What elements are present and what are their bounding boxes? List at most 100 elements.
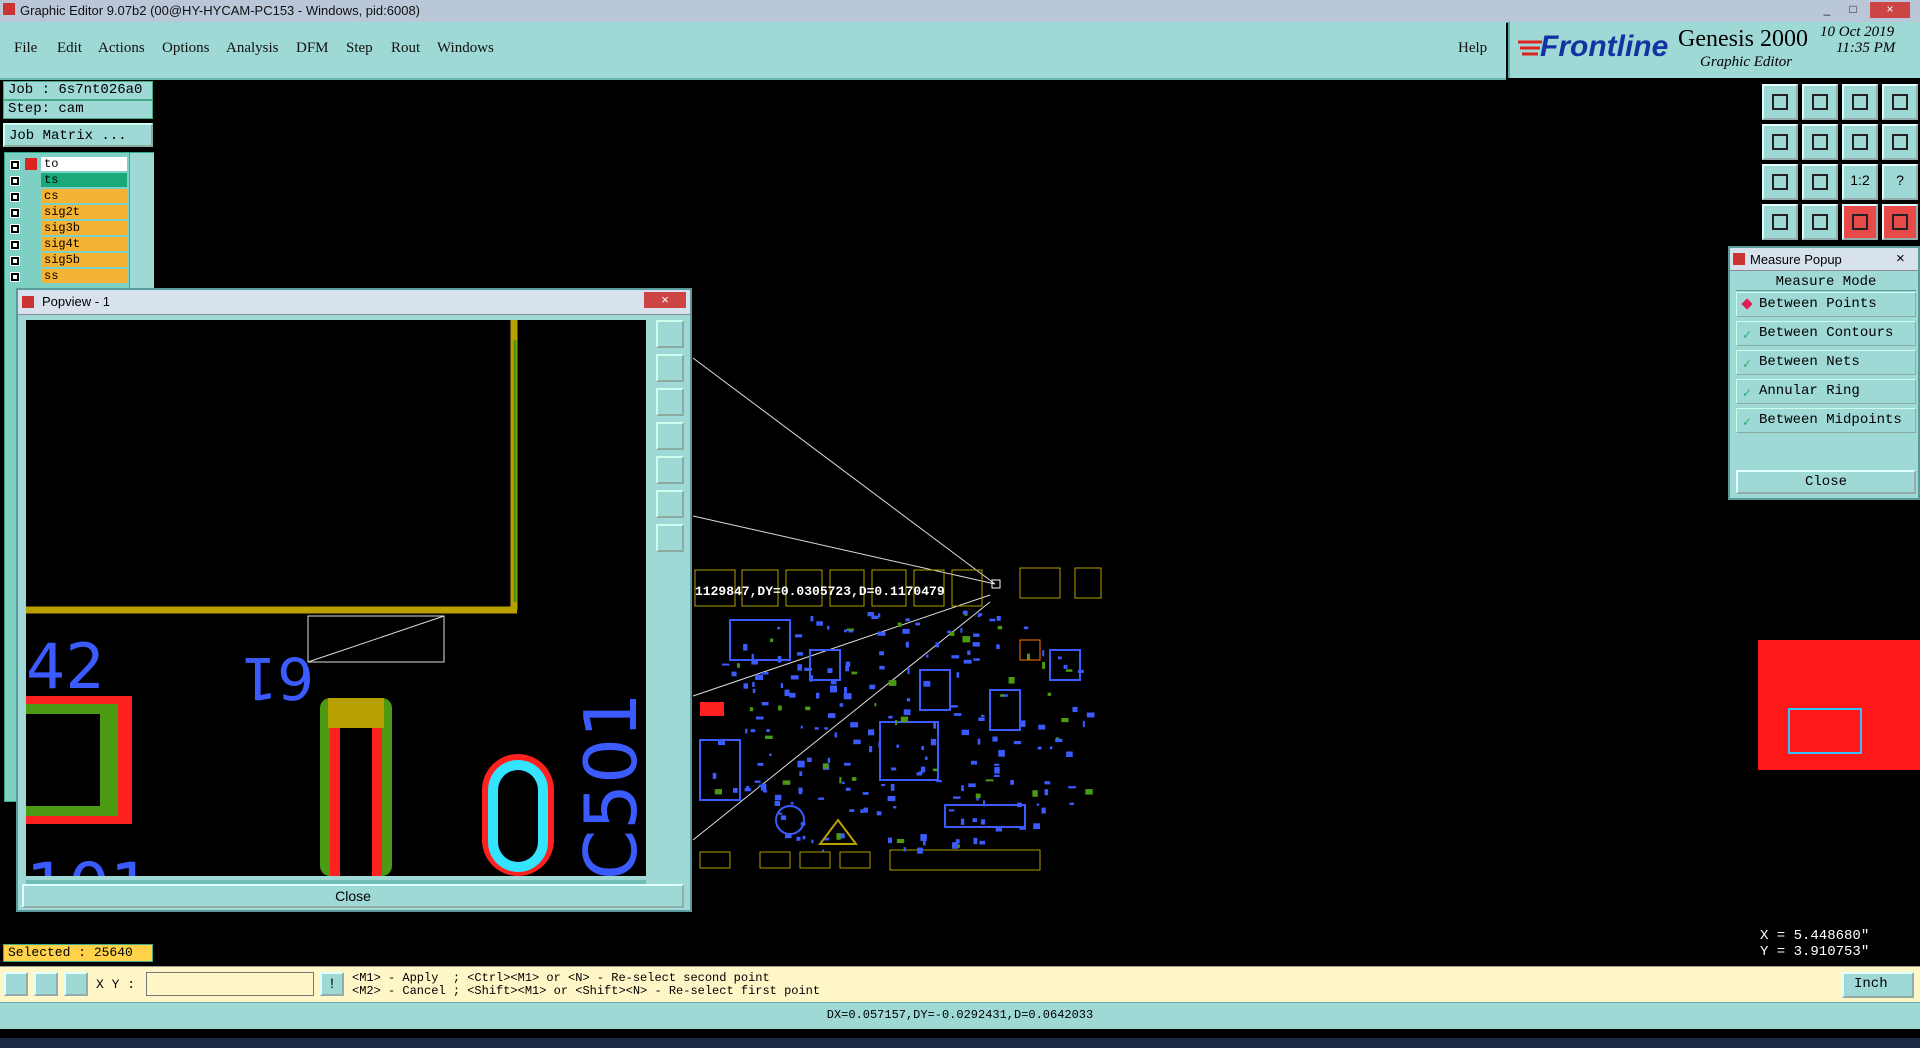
board-component: [900, 716, 909, 723]
layer-row[interactable]: ts: [5, 173, 127, 188]
board-component: [978, 717, 985, 721]
menu-analysis[interactable]: Analysis: [226, 40, 279, 57]
measure-option-between-points[interactable]: Between Points: [1736, 292, 1916, 317]
components-icon[interactable]: [1882, 204, 1918, 240]
board-component: [762, 672, 769, 675]
popview-title: Popview - 1: [42, 294, 110, 309]
layer-checkbox[interactable]: [10, 192, 20, 202]
brand-panel: Frontline Genesis 2000 Graphic Editor 10…: [1508, 22, 1920, 78]
popview-titlebar: Popview - 1 ×: [18, 290, 690, 315]
pv-fit-icon[interactable]: [656, 490, 684, 518]
pv-pan-right-icon[interactable]: [656, 456, 684, 484]
layer-row[interactable]: to: [5, 157, 127, 172]
route-icon[interactable]: [1882, 124, 1918, 160]
units-selector[interactable]: Inch: [1842, 972, 1914, 998]
zoom-center-icon[interactable]: [1802, 164, 1838, 200]
grid-snap-icon[interactable]: [64, 972, 88, 996]
overview-viewport[interactable]: [1788, 708, 1862, 754]
menu-options[interactable]: Options: [162, 40, 210, 57]
menu-actions[interactable]: Actions: [98, 40, 145, 57]
popview-close-button[interactable]: Close: [22, 884, 684, 908]
panel-icon[interactable]: [1882, 84, 1918, 120]
app-icon: [3, 3, 15, 15]
draw-icon[interactable]: [1762, 204, 1798, 240]
board-component: [962, 636, 971, 643]
close-window-button[interactable]: ×: [1870, 2, 1910, 18]
pv-zoom-in-icon[interactable]: [656, 354, 684, 382]
open-layer-icon[interactable]: [1762, 84, 1798, 120]
menu-step[interactable]: Step: [346, 40, 373, 57]
xy-input[interactable]: [146, 972, 314, 996]
layer-checkbox[interactable]: [10, 208, 20, 218]
layer-row[interactable]: cs: [5, 189, 127, 204]
board-component: [796, 836, 801, 841]
board-component: [848, 630, 853, 633]
toolbar-glyph-shape: [1812, 214, 1828, 230]
measure-popup: Measure Popup × Measure Mode Between Poi…: [1728, 246, 1920, 500]
measure-option-between-midpoints[interactable]: ✓ Between Midpoints: [1736, 408, 1916, 433]
menu-edit[interactable]: Edit: [57, 40, 82, 57]
pv-pan-left-icon[interactable]: [656, 422, 684, 450]
board-component: [1085, 789, 1093, 795]
layer-row[interactable]: sig2t: [5, 205, 127, 220]
popview-close-icon[interactable]: ×: [644, 292, 686, 308]
menu-windows[interactable]: Windows: [437, 40, 494, 57]
board-component: [923, 680, 931, 687]
menu-dfm[interactable]: DFM: [296, 40, 329, 57]
mirror-icon[interactable]: [1842, 124, 1878, 160]
board-component: [1013, 741, 1022, 745]
layer-row[interactable]: sig4t: [5, 237, 127, 252]
layer-name: sig5b: [41, 253, 127, 267]
menu-help[interactable]: Help: [1458, 40, 1487, 57]
scale-1-2-icon[interactable]: 1:2: [1842, 164, 1878, 200]
board-component: [737, 663, 740, 668]
board-canvas[interactable]: 1129847,DY=0.0305723,D=0.1170479: [690, 90, 1210, 890]
measure-option-annular-ring[interactable]: ✓ Annular Ring: [1736, 379, 1916, 404]
home-icon[interactable]: [1842, 84, 1878, 120]
layer-checkbox[interactable]: [10, 240, 20, 250]
help-icon[interactable]: ?: [1882, 164, 1918, 200]
board-component: [868, 729, 875, 736]
measure-close-icon[interactable]: ×: [1896, 250, 1905, 267]
toolbar-glyph-shape: [1812, 94, 1828, 110]
layer-checkbox[interactable]: [10, 176, 20, 186]
snap-icon[interactable]: [4, 972, 28, 996]
save-layer-icon[interactable]: [1802, 84, 1838, 120]
zoom-fit-icon[interactable]: [1762, 164, 1798, 200]
popview-label-42: 42: [26, 630, 105, 703]
info-icon[interactable]: !: [320, 972, 344, 996]
layer-row[interactable]: ss: [5, 269, 127, 284]
layer-row[interactable]: sig3b: [5, 221, 127, 236]
board-component: [876, 811, 882, 816]
minimize-button[interactable]: _: [1816, 2, 1838, 18]
layer-row[interactable]: sig5b: [5, 253, 127, 268]
board-component: [818, 797, 824, 800]
measure-option-between-nets[interactable]: ✓ Between Nets: [1736, 350, 1916, 375]
pv-zoom-window-icon[interactable]: [656, 320, 684, 348]
grid-icon[interactable]: [1802, 204, 1838, 240]
overview-panel[interactable]: X = 5.448680" Y = 3.910753": [1758, 502, 1920, 962]
layers-toggle-icon[interactable]: [1842, 204, 1878, 240]
board-component: [797, 664, 802, 671]
step-left-icon[interactable]: [1762, 124, 1798, 160]
layer-checkbox[interactable]: [10, 224, 20, 234]
step-right-icon[interactable]: [1802, 124, 1838, 160]
job-matrix-button[interactable]: Job Matrix ...: [3, 123, 153, 147]
layer-checkbox[interactable]: [10, 272, 20, 282]
measure-close-button[interactable]: Close: [1736, 470, 1916, 494]
measure-tool-icon[interactable]: [34, 972, 58, 996]
menu-rout[interactable]: Rout: [391, 40, 420, 57]
maximize-button[interactable]: □: [1842, 2, 1864, 18]
board-component: [891, 767, 897, 771]
pv-center-icon[interactable]: [656, 524, 684, 552]
board-measure-readout: 1129847,DY=0.0305723,D=0.1170479: [695, 584, 945, 599]
layer-checkbox[interactable]: [10, 160, 20, 170]
pv-zoom-out-icon[interactable]: [656, 388, 684, 416]
measure-option-between-contours[interactable]: ✓ Between Contours: [1736, 321, 1916, 346]
menu-file[interactable]: File: [14, 40, 37, 57]
layer-checkbox[interactable]: [10, 256, 20, 266]
toolbar-glyph-shape: [1852, 94, 1868, 110]
popview-canvas[interactable]: 42 61 101 C501: [26, 320, 646, 876]
board-component: [814, 727, 819, 730]
board-component: [760, 783, 767, 791]
